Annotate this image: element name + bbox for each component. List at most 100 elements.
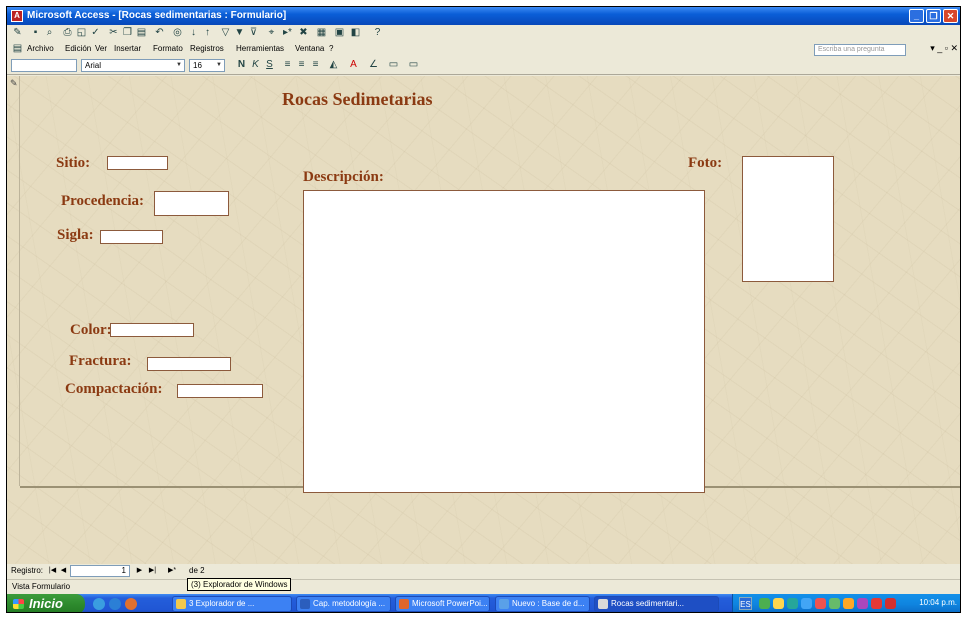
shield-icon[interactable] [773, 598, 784, 609]
menu-help[interactable]: ? [329, 44, 333, 53]
sort-asc-icon[interactable]: ↓ [187, 27, 200, 39]
sigla-field[interactable] [100, 230, 163, 244]
menu-herramientas[interactable]: Herramientas [236, 44, 284, 53]
menu-insertar[interactable]: Insertar [114, 44, 141, 53]
database-window-icon[interactable]: ▣ [333, 27, 346, 39]
filter-selection-icon[interactable]: ▽ [219, 27, 232, 39]
special-effect-icon[interactable]: ▭ [407, 59, 420, 71]
title-bar: A Microsoft Access - [Rocas sedimentaria… [7, 7, 960, 25]
start-button[interactable]: Inicio [7, 594, 85, 612]
menu-bar: ▤ Archivo Edición Ver Insertar Formato R… [7, 42, 960, 57]
bold-icon[interactable]: N [235, 59, 248, 71]
color-field[interactable] [110, 323, 194, 337]
print-preview-icon[interactable]: ◱ [75, 27, 88, 39]
descripcion-field[interactable] [303, 190, 705, 493]
form-icon [598, 599, 608, 609]
menu-ventana[interactable]: Ventana [295, 44, 324, 53]
close-button[interactable]: ✕ [943, 9, 958, 23]
task-rocas-sedimentarias[interactable]: Rocas sedimentari... [594, 596, 719, 612]
find-icon[interactable]: ⌖ [265, 27, 278, 39]
minimize-button[interactable]: _ [909, 9, 924, 23]
print-icon[interactable]: ⎙ [61, 27, 74, 39]
maximize-button[interactable]: ❐ [926, 9, 941, 23]
descripcion-label: Descripción: [303, 169, 384, 185]
antivirus-icon[interactable] [815, 598, 826, 609]
update-icon[interactable] [829, 598, 840, 609]
undo-icon[interactable]: ↶ [153, 27, 166, 39]
network-icon[interactable] [759, 598, 770, 609]
fractura-field[interactable] [147, 357, 231, 371]
menu-archivo[interactable]: Archivo [27, 44, 54, 53]
media-icon[interactable] [857, 598, 868, 609]
compactacion-field[interactable] [177, 384, 263, 398]
foto-frame[interactable] [742, 156, 834, 282]
current-record-input[interactable]: 1 [70, 565, 130, 577]
line-color-icon[interactable]: ∠ [367, 59, 380, 71]
fractura-label: Fractura: [69, 353, 132, 369]
word-icon [300, 599, 310, 609]
task-cap-metodologia[interactable]: Cap. metodología ... [296, 596, 391, 612]
next-record-button[interactable]: ▶ [134, 565, 145, 577]
sitio-field[interactable] [107, 156, 168, 170]
menu-edicion[interactable]: Edición [65, 44, 91, 53]
language-indicator[interactable]: ES [739, 597, 752, 610]
view-icon[interactable]: ✎ [11, 27, 24, 39]
pdf-icon[interactable] [885, 598, 896, 609]
apply-filter-icon[interactable]: ⊽ [247, 27, 260, 39]
align-center-icon[interactable]: ≡ [295, 59, 308, 71]
size-combo[interactable]: 16 ▼ [189, 59, 225, 72]
form-document-icon[interactable]: ▤ [11, 43, 24, 55]
bluetooth-icon[interactable] [843, 598, 854, 609]
record-selector[interactable]: ✎ [7, 76, 20, 486]
document-window-controls[interactable]: ▾ _ ▫ ✕ [930, 43, 958, 54]
volume-icon[interactable] [801, 598, 812, 609]
font-color-icon[interactable]: A [347, 59, 360, 71]
paste-icon[interactable]: ▤ [135, 27, 148, 39]
italic-icon[interactable]: K [249, 59, 262, 71]
new-record-icon[interactable]: ▸* [281, 27, 294, 39]
sort-desc-icon[interactable]: ↑ [201, 27, 214, 39]
underline-icon[interactable]: S [263, 59, 276, 71]
ie-alt-quicklaunch-icon[interactable] [109, 598, 121, 610]
delete-record-icon[interactable]: ✖ [297, 27, 310, 39]
filter-form-icon[interactable]: ▼ [233, 27, 246, 39]
folder-icon [176, 599, 186, 609]
task-powerpoint[interactable]: Microsoft PowerPoi... [395, 596, 490, 612]
help-icon[interactable]: ? [371, 27, 384, 39]
procedencia-field[interactable] [154, 191, 229, 216]
last-record-button[interactable]: ▶| [147, 565, 158, 577]
align-left-icon[interactable]: ≡ [281, 59, 294, 71]
new-record-button[interactable]: ▶* [162, 565, 182, 577]
menu-ver[interactable]: Ver [95, 44, 107, 53]
previous-record-button[interactable]: ◀ [58, 565, 69, 577]
copy-icon[interactable]: ❐ [121, 27, 134, 39]
alert-icon[interactable] [871, 598, 882, 609]
taskbar: Inicio 3 Explorador de ... Cap. metodolo… [7, 594, 960, 612]
search-file-icon[interactable]: ⌕ [43, 27, 56, 39]
line-width-icon[interactable]: ▭ [387, 59, 400, 71]
menu-formato[interactable]: Formato [153, 44, 183, 53]
access-app-icon[interactable]: A [11, 10, 23, 22]
first-record-button[interactable]: |◀ [47, 565, 58, 577]
save-icon[interactable]: ▪ [29, 27, 42, 39]
clock[interactable]: 10:04 p.m. [919, 598, 957, 607]
task-explorador[interactable]: 3 Explorador de ... [172, 596, 292, 612]
firefox-quicklaunch-icon[interactable] [125, 598, 137, 610]
record-navigation-bar: Registro: |◀ ◀ 1 ▶ ▶| ▶* de 2 [7, 564, 960, 579]
cut-icon[interactable]: ✂ [107, 27, 120, 39]
properties-icon[interactable]: ▦ [315, 27, 328, 39]
screen: A Microsoft Access - [Rocas sedimentaria… [6, 6, 961, 613]
font-combo[interactable]: Arial ▼ [81, 59, 185, 72]
ask-question-box[interactable]: Escriba una pregunta [814, 44, 906, 56]
ie-quicklaunch-icon[interactable] [93, 598, 105, 610]
new-object-icon[interactable]: ◧ [349, 27, 362, 39]
fill-color-icon[interactable]: ◭ [327, 59, 340, 71]
messenger-icon[interactable] [787, 598, 798, 609]
menu-registros[interactable]: Registros [190, 44, 224, 53]
hyperlink-icon[interactable]: ◎ [171, 27, 184, 39]
task-rocas-label: Rocas sedimentari... [611, 599, 684, 608]
object-combo[interactable] [11, 59, 77, 72]
spelling-icon[interactable]: ✓ [89, 27, 102, 39]
task-nuevo-base[interactable]: Nuevo : Base de d... [495, 596, 590, 612]
align-right-icon[interactable]: ≡ [309, 59, 322, 71]
